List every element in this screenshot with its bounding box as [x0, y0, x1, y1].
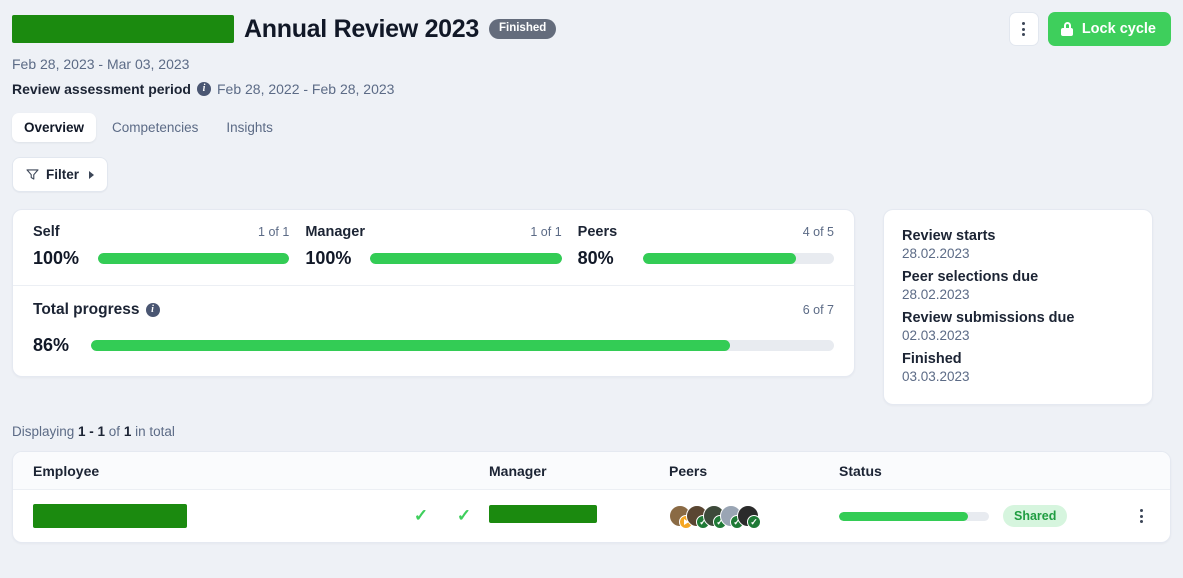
date-term-review-starts: Review starts: [902, 228, 996, 244]
cell-self-complete: ✓: [403, 507, 439, 526]
lock-icon: [1061, 22, 1074, 36]
tab-bar: Overview Competencies Insights: [12, 113, 1171, 142]
cell-employee: [33, 504, 403, 528]
column-header-peers: Peers: [669, 462, 708, 479]
displaying-range: 1 - 1: [78, 424, 106, 439]
total-progress-percent: 86%: [33, 335, 70, 355]
review-assessment-period-label: Review assessment period: [12, 81, 191, 97]
total-progress-bar: [91, 340, 834, 351]
progress-peers: Peers 4 of 5 80%: [578, 224, 834, 269]
progress-manager-percent: 100%: [305, 248, 352, 268]
cell-status: Shared: [839, 504, 1124, 528]
progress-self-label: Self: [33, 224, 60, 240]
column-header-manager: Manager: [489, 462, 547, 479]
review-assessment-period-value: Feb 28, 2022 - Feb 28, 2023: [216, 81, 395, 97]
redacted-manager-name: [489, 504, 597, 523]
progress-peers-label: Peers: [577, 224, 618, 240]
avatar[interactable]: ✓: [737, 505, 761, 529]
progress-peers-percent: 80%: [577, 248, 614, 268]
check-icon: ✓: [413, 505, 429, 525]
lock-cycle-button[interactable]: Lock cycle: [1047, 12, 1171, 46]
date-term-peer-selections-due: Peer selections due: [902, 269, 1039, 285]
cycle-dates: Feb 28, 2023 - Mar 03, 2023: [12, 56, 190, 72]
progress-self-percent: 100%: [33, 248, 80, 268]
key-dates-card: Review starts 28.02.2023 Peer selections…: [883, 209, 1153, 405]
progress-card: Self 1 of 1 100% Manager 1 of 1 100% Pee…: [12, 209, 855, 377]
displaying-suffix: in total: [131, 424, 175, 439]
date-value-finished: 03.03.2023: [902, 369, 970, 384]
progress-manager: Manager 1 of 1 100%: [305, 224, 577, 269]
caret-right-icon: [89, 170, 95, 179]
header-more-button[interactable]: [1008, 12, 1039, 46]
progress-peers-bar: [642, 253, 834, 264]
filter-label: Filter: [46, 167, 80, 182]
info-icon[interactable]: i: [196, 82, 211, 96]
page-title: Annual Review 2023: [244, 14, 479, 43]
progress-self: Self 1 of 1 100%: [33, 224, 305, 269]
tab-overview[interactable]: Overview: [12, 113, 97, 142]
review-assessment-period: Review assessment period i Feb 28, 2022 …: [12, 81, 1171, 97]
review-cycle-page: Annual Review 2023 Finished Lock cycle F…: [0, 0, 1183, 578]
redacted-employee-name: [33, 504, 187, 528]
cell-manager-complete: ✓: [439, 507, 489, 526]
total-progress-label: Total progress: [33, 301, 140, 318]
table-header-row: Employee Manager Peers Status: [13, 452, 1170, 490]
date-value-peer-selections-due: 28.02.2023: [902, 287, 970, 302]
peer-avatar-group: ✓ ✓ ✓ ✓: [669, 505, 839, 529]
progress-peers-count: 4 of 5: [802, 225, 834, 239]
status-badge: Finished: [488, 18, 557, 40]
row-progress-bar: [839, 511, 989, 521]
progress-manager-label: Manager: [305, 224, 365, 240]
status-badge-shared: Shared: [1003, 504, 1068, 528]
kebab-menu-icon: [1139, 509, 1143, 523]
info-icon[interactable]: i: [145, 303, 160, 317]
progress-manager-bar: [370, 253, 562, 264]
lock-cycle-label: Lock cycle: [1081, 21, 1156, 37]
cell-manager: [489, 504, 669, 528]
kebab-menu-icon: [1022, 22, 1026, 36]
redacted-company-name: [12, 15, 234, 43]
summary-cards: Self 1 of 1 100% Manager 1 of 1 100% Pee…: [12, 209, 1171, 405]
funnel-icon: [26, 169, 39, 180]
progress-self-count: 1 of 1: [258, 225, 290, 239]
displaying-prefix: Displaying: [12, 424, 79, 439]
date-term-review-submissions-due: Review submissions due: [902, 310, 1075, 326]
progress-columns: Self 1 of 1 100% Manager 1 of 1 100% Pee…: [13, 210, 854, 286]
page-header: Annual Review 2023 Finished Lock cycle: [12, 0, 1171, 46]
date-value-review-starts: 28.02.2023: [902, 246, 970, 261]
column-header-status: Status: [839, 462, 882, 479]
tab-insights[interactable]: Insights: [214, 113, 285, 142]
total-progress-section: Total progress i 6 of 7 86%: [13, 286, 854, 376]
displaying-count: Displaying 1 - 1 of 1 in total: [12, 424, 1171, 439]
header-actions: Lock cycle: [1008, 12, 1171, 46]
row-more-button[interactable]: [1124, 509, 1158, 523]
progress-manager-count: 1 of 1: [530, 225, 562, 239]
cell-peers: ✓ ✓ ✓ ✓: [669, 505, 839, 529]
date-value-review-submissions-due: 02.03.2023: [902, 328, 970, 343]
participants-table: Employee Manager Peers Status ✓ ✓ ✓ ✓ ✓ …: [12, 451, 1171, 543]
table-row[interactable]: ✓ ✓ ✓ ✓ ✓ ✓ Shared: [13, 490, 1170, 542]
displaying-middle: of: [105, 424, 124, 439]
tab-competencies[interactable]: Competencies: [100, 113, 210, 142]
total-progress-count: 6 of 7: [802, 303, 834, 317]
check-badge-icon: ✓: [747, 515, 761, 529]
column-header-employee: Employee: [33, 462, 100, 479]
progress-self-bar: [98, 253, 290, 264]
filter-button[interactable]: Filter: [12, 157, 109, 192]
check-icon: ✓: [456, 505, 472, 525]
date-term-finished: Finished: [902, 351, 962, 367]
